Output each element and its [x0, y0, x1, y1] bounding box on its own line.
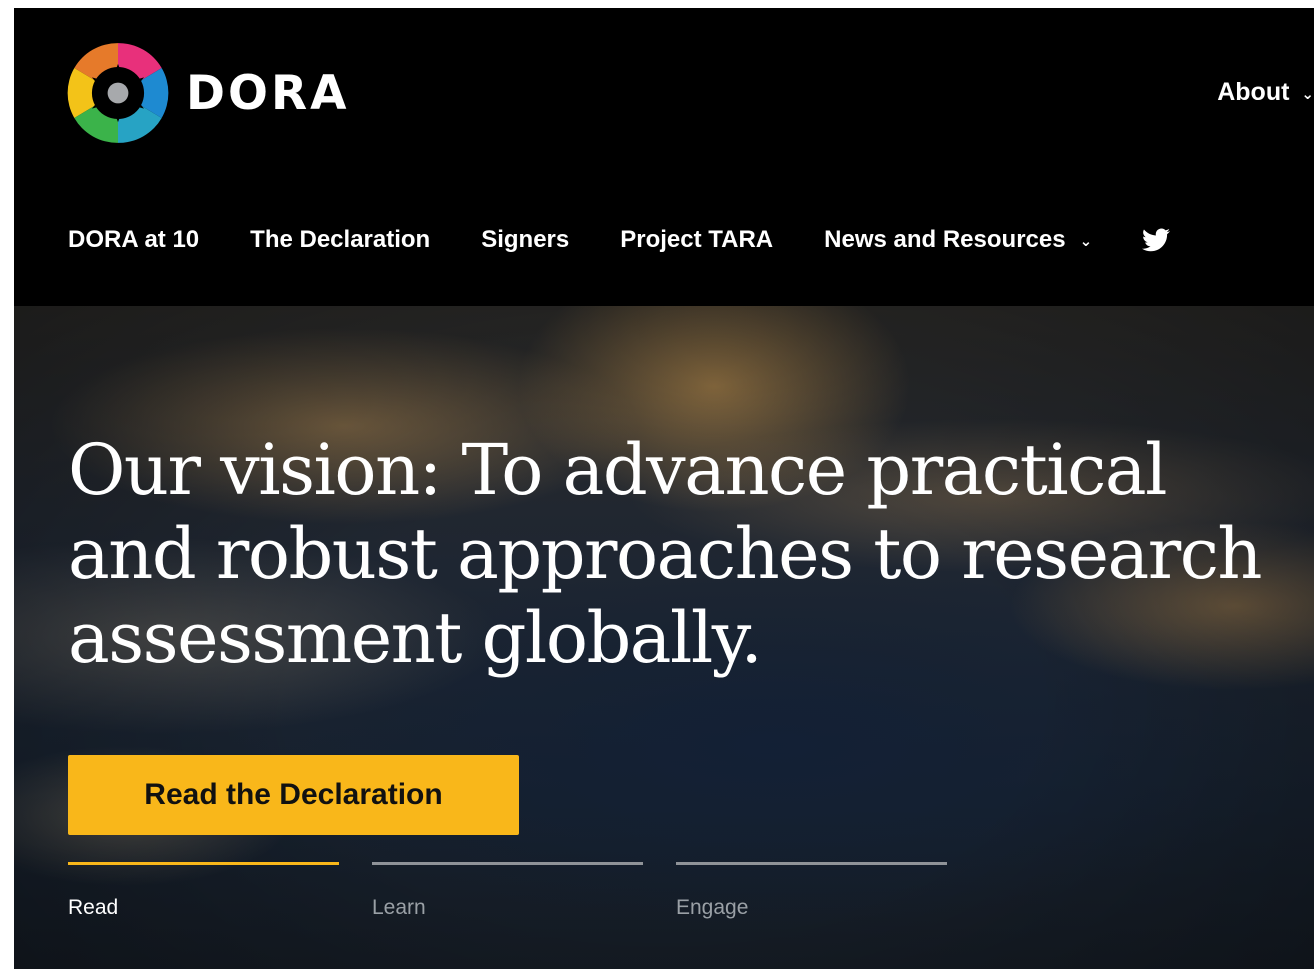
tab-label: Learn: [372, 896, 426, 919]
tab-label: Read: [68, 896, 119, 919]
site-header: DORA About ⌄ DORA at 10 The Declaration …: [14, 8, 1314, 306]
hero-section: Our vision: To advance practical and rob…: [14, 306, 1314, 969]
nav-item-label: The Declaration: [250, 226, 431, 253]
tab-read[interactable]: Read: [68, 862, 339, 920]
main-nav: DORA at 10 The Declaration Signers Proje…: [68, 226, 1171, 254]
nav-item-label: Project TARA: [620, 226, 774, 253]
brand-name: DORA: [186, 65, 350, 121]
nav-item-label: DORA at 10: [68, 226, 200, 253]
read-declaration-button[interactable]: Read the Declaration: [68, 755, 519, 835]
nav-item-label: Signers: [481, 226, 570, 253]
nav-item-news-and-resources[interactable]: News and Resources ⌄: [824, 226, 1092, 254]
twitter-icon: [1142, 228, 1171, 252]
nav-item-signers[interactable]: Signers: [481, 226, 569, 254]
nav-item-the-declaration[interactable]: The Declaration: [250, 226, 430, 254]
page-frame: DORA About ⌄ DORA at 10 The Declaration …: [14, 8, 1314, 969]
about-menu[interactable]: About ⌄: [1217, 78, 1314, 107]
nav-item-label: News and Resources: [824, 226, 1066, 253]
about-label: About: [1217, 78, 1290, 106]
nav-item-project-tara[interactable]: Project TARA: [620, 226, 773, 254]
nav-item-dora-at-10[interactable]: DORA at 10: [68, 226, 199, 254]
tab-engage[interactable]: Engage: [676, 862, 947, 920]
chevron-down-icon: ⌄: [1079, 233, 1093, 250]
tab-label: Engage: [676, 896, 749, 919]
dora-logo-icon: [67, 43, 169, 143]
twitter-link[interactable]: [1142, 228, 1171, 252]
chevron-down-icon: ⌄: [1301, 85, 1314, 103]
dora-logo[interactable]: DORA: [66, 41, 350, 145]
tab-learn[interactable]: Learn: [372, 862, 643, 920]
tab-indicator: [372, 862, 643, 865]
hero-tabs: Read Learn Engage: [68, 862, 980, 920]
tab-indicator: [676, 862, 947, 865]
hero-heading: Our vision: To advance practical and rob…: [68, 429, 1263, 679]
tab-indicator: [68, 862, 339, 865]
